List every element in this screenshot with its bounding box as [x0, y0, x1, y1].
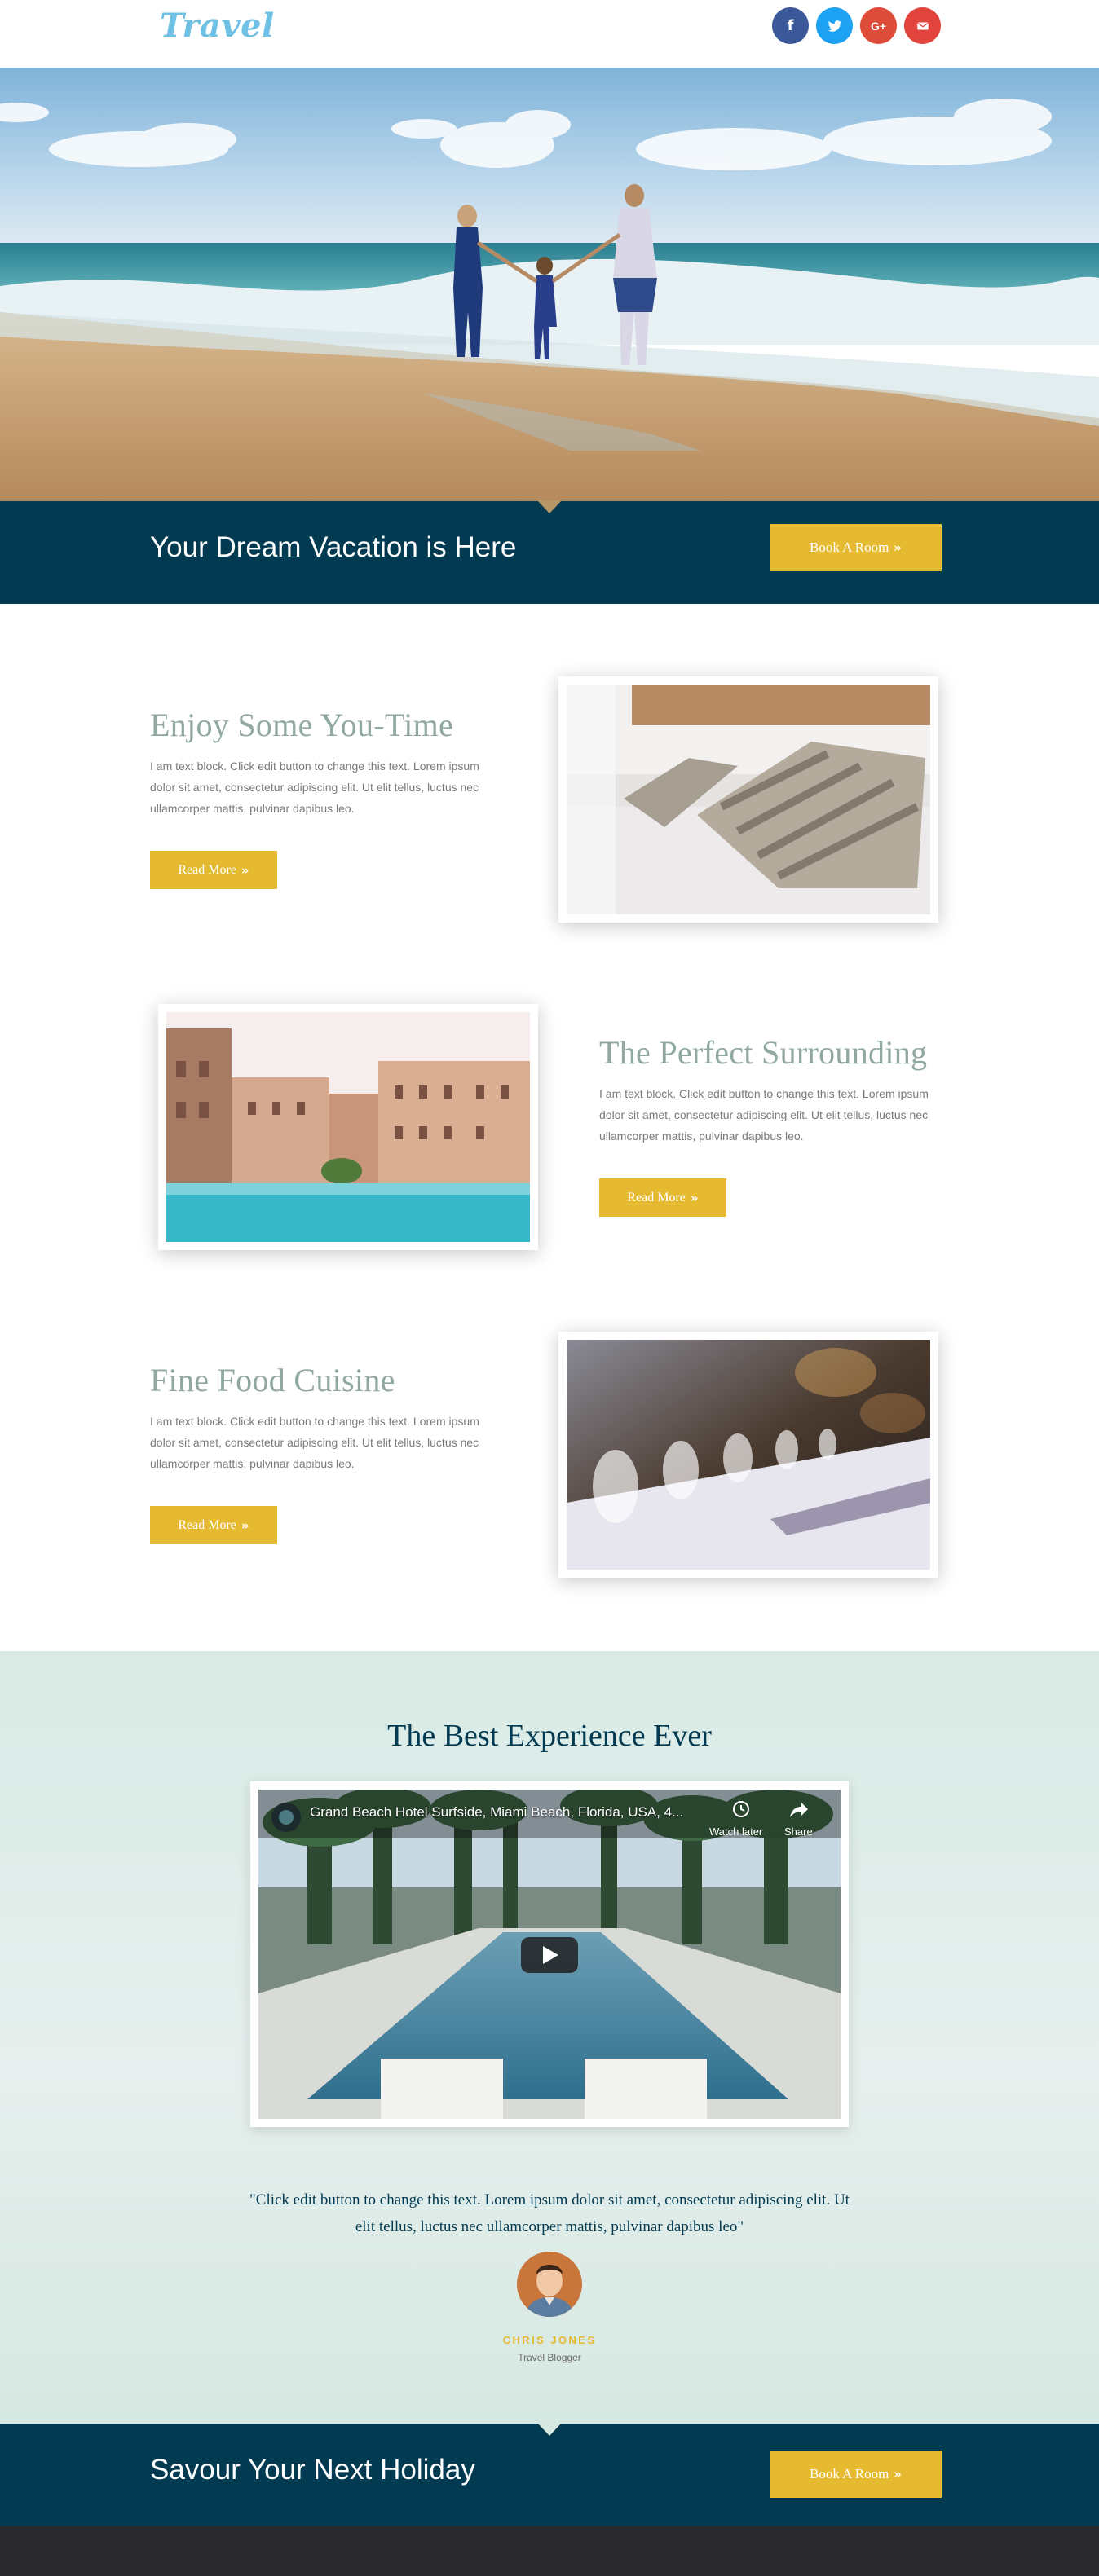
video-title[interactable]: Grand Beach Hotel Surfside, Miami Beach,…	[310, 1804, 683, 1821]
feature-text: I am text block. Click edit button to ch…	[150, 760, 479, 815]
book-room-label: Book A Room	[809, 539, 889, 555]
experience-section: The Best Experience Ever Grand Beach Hot…	[0, 1651, 1099, 2424]
testimonial-quote: "Click edit button to change this text. …	[249, 2191, 850, 2235]
feature-title: Enjoy Some You-Time	[150, 707, 454, 743]
feature-title: Fine Food Cuisine	[150, 1362, 395, 1398]
banner-title: Savour Your Next Holiday	[150, 2454, 475, 2486]
book-room-label: Book A Room	[809, 2466, 889, 2481]
read-more-label: Read More	[178, 1517, 236, 1532]
logo[interactable]: Travel	[160, 7, 275, 45]
twitter-icon	[828, 20, 841, 32]
next-holiday-banner: Savour Your Next Holiday Book A Room »	[0, 2423, 1099, 2526]
google-plus-icon: G+	[870, 19, 887, 33]
read-more-label: Read More	[627, 1190, 686, 1204]
feature-text: I am text block. Click edit button to ch…	[150, 1415, 479, 1470]
avatar	[517, 2252, 582, 2317]
author-role: Travel Blogger	[518, 2352, 581, 2363]
share-button[interactable]: Share	[784, 1825, 813, 1838]
double-chevron-right-icon: »	[894, 2467, 902, 2481]
feature-title: The Perfect Surrounding	[599, 1034, 928, 1071]
double-chevron-right-icon: »	[241, 1517, 249, 1533]
read-more-button[interactable]: Read More »	[599, 1178, 726, 1217]
watch-later-button[interactable]: Watch later	[709, 1825, 762, 1838]
double-chevron-right-icon: »	[241, 862, 249, 878]
banner-title: Your Dream Vacation is Here	[150, 531, 517, 563]
feature-text: I am text block. Click edit button to ch…	[599, 1087, 929, 1143]
book-room-button[interactable]: Book A Room »	[770, 524, 942, 571]
facebook-icon: f	[787, 17, 794, 34]
twitter-button[interactable]	[816, 7, 853, 44]
double-chevron-right-icon: »	[690, 1190, 699, 1205]
video-embed[interactable]: Grand Beach Hotel Surfside, Miami Beach,…	[250, 1781, 849, 2127]
facebook-button[interactable]: f	[772, 7, 809, 44]
read-more-label: Read More	[178, 862, 236, 877]
site-header: Travel f G+	[0, 0, 1099, 68]
dining-table-photo	[558, 1332, 938, 1578]
envelope-icon	[916, 22, 929, 29]
banner-notch	[537, 500, 562, 513]
author-name: CHRIS JONES	[502, 2334, 597, 2346]
bedroom-photo	[558, 676, 938, 923]
double-chevron-right-icon: »	[894, 540, 902, 555]
page: Travel f G+ Your Dream Vacation is Here …	[0, 0, 1099, 2576]
email-button[interactable]	[904, 7, 941, 44]
resort-photo	[158, 1004, 538, 1250]
hero-image	[0, 68, 1099, 501]
book-room-button[interactable]: Book A Room »	[770, 2451, 942, 2498]
section-title: The Best Experience Ever	[387, 1719, 712, 1753]
banner-notch	[537, 2423, 562, 2436]
read-more-button[interactable]: Read More »	[150, 1506, 277, 1544]
site-footer	[0, 2526, 1099, 2576]
read-more-button[interactable]: Read More »	[150, 851, 277, 889]
dream-vacation-banner: Your Dream Vacation is Here Book A Room …	[0, 500, 1099, 604]
google-plus-button[interactable]: G+	[860, 7, 897, 44]
